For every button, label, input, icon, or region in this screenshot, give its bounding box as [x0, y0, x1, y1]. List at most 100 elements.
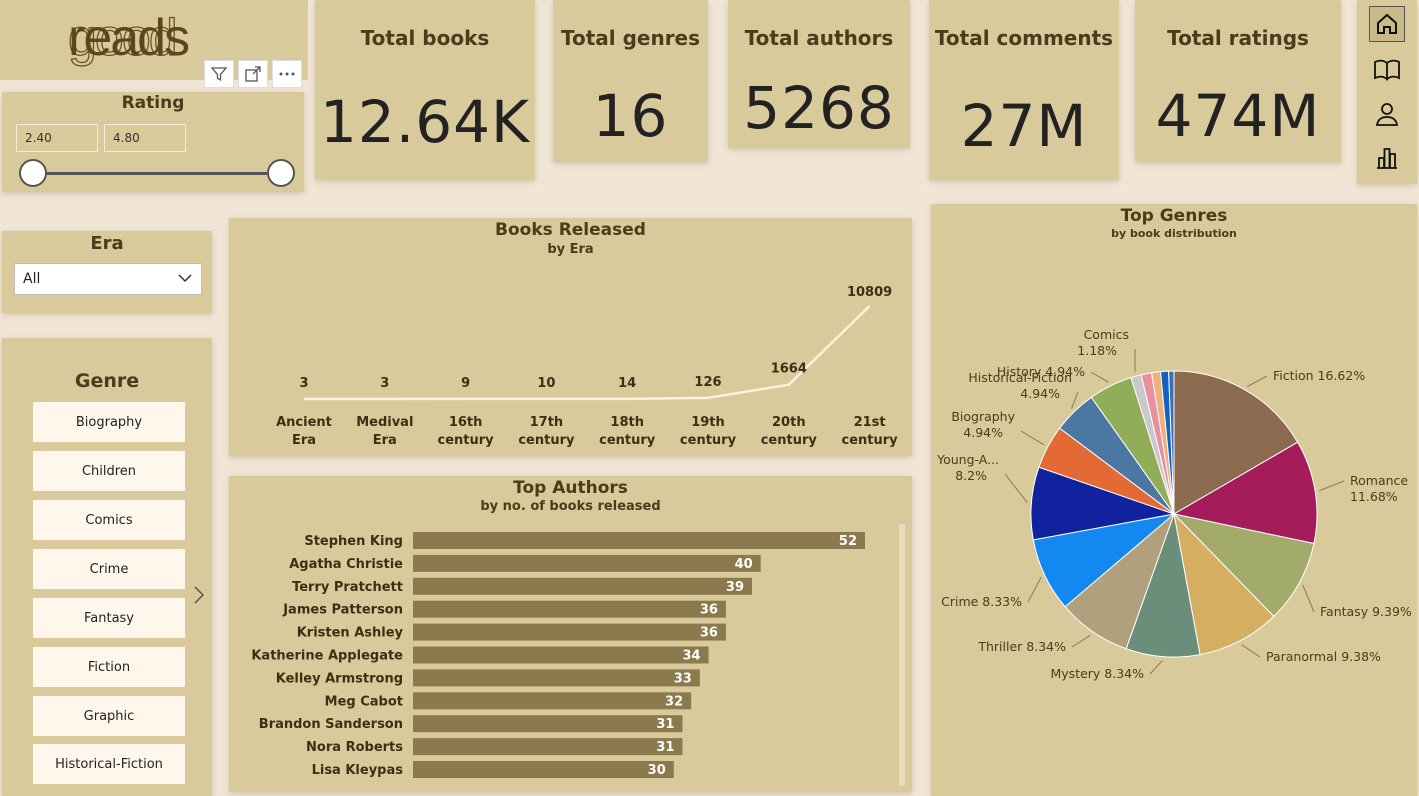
leader-line [1020, 430, 1045, 446]
bar [413, 577, 752, 595]
x-tick-label: century [518, 433, 575, 448]
data-label: 9 [461, 376, 470, 391]
genre-item-children[interactable]: Children [32, 450, 186, 492]
x-tick-label: 17th [530, 415, 564, 430]
y-tick-label: Kristen Ashley [297, 626, 404, 641]
data-label: 3 [299, 376, 308, 391]
y-tick-label: James Patterson [282, 603, 403, 618]
kpi-title: Total comments [934, 26, 1114, 50]
chevron-right-icon[interactable] [192, 584, 206, 610]
x-tick-label: 16th [449, 415, 483, 430]
bar [413, 532, 865, 549]
kpi-value: 12.64K [319, 88, 531, 156]
x-tick-label: century [761, 433, 818, 448]
pie-label: Fiction 16.62% [1273, 368, 1365, 383]
leader-line [1071, 634, 1091, 648]
bar [413, 669, 700, 687]
chevron-down-icon [177, 268, 193, 292]
data-label: 36 [700, 626, 718, 641]
pie-label: 8.2% [955, 468, 987, 483]
x-tick-label: century [599, 433, 656, 448]
pie-label: Biography [951, 409, 1015, 424]
kpi-value: 5268 [743, 74, 895, 142]
x-tick-label: century [680, 433, 737, 448]
data-label: 10809 [847, 285, 892, 300]
kpi-title: Total authors [744, 26, 894, 50]
x-tick-label: 20th [772, 415, 806, 430]
pie-label: Fantasy 9.39% [1320, 604, 1412, 619]
pie-label: Crime 8.33% [941, 594, 1022, 609]
rating-max-input[interactable]: 4.80 [104, 124, 186, 152]
x-tick-label: 21st [854, 415, 886, 430]
pie-label: Comics [1084, 327, 1129, 342]
home-icon[interactable] [1369, 6, 1405, 42]
y-tick-label: Terry Pratchett [292, 580, 403, 595]
genre-item-comics[interactable]: Comics [32, 499, 186, 541]
pie-label: Paranormal 9.38% [1266, 649, 1381, 664]
rating-slider-max-handle[interactable] [267, 159, 295, 187]
leader-line [1027, 576, 1042, 603]
rating-min-input[interactable]: 2.40 [16, 124, 98, 152]
genre-item-crime[interactable]: Crime [32, 548, 186, 590]
book-icon[interactable] [1369, 52, 1405, 88]
era-dropdown[interactable]: All [14, 263, 202, 295]
bar [413, 715, 683, 733]
data-label: 40 [735, 557, 753, 572]
bar [413, 554, 761, 572]
x-tick-label: Medival [356, 415, 413, 430]
visual-toolbar [204, 60, 302, 88]
kpi-title: Total ratings [1167, 26, 1309, 50]
data-label: 34 [682, 649, 700, 664]
leader-line [1071, 391, 1079, 409]
rating-slider-track[interactable] [34, 172, 282, 175]
pie-label: History 4.94% [997, 364, 1085, 379]
bar-chart-icon[interactable] [1369, 140, 1405, 176]
focus-mode-icon[interactable] [238, 60, 268, 88]
data-label: 10 [537, 376, 555, 391]
kpi-value: 27M [960, 92, 1088, 160]
person-icon[interactable] [1369, 96, 1405, 132]
more-options-icon[interactable] [272, 60, 302, 88]
y-tick-label: Katherine Applegate [251, 649, 403, 664]
bar [413, 623, 726, 641]
y-tick-label: Meg Cabot [325, 694, 403, 709]
books-released-chart: Books Released by Era 3 Ancient Era 3 Mediva… [229, 218, 912, 456]
kpi-title: Total books [360, 26, 490, 50]
genre-item-fantasy[interactable]: Fantasy [32, 597, 186, 639]
bar [413, 692, 692, 710]
pie-label: Romance [1350, 473, 1408, 488]
y-tick-label: Nora Roberts [306, 740, 403, 755]
kpi-total-comments: Total comments 27M [929, 0, 1119, 180]
pie-label: 4.94% [1020, 386, 1060, 401]
genre-item-graphic[interactable]: Graphic [32, 695, 186, 737]
genre-item-historical-fiction[interactable]: Historical-Fiction [32, 743, 186, 785]
kpi-value: 474M [1155, 82, 1321, 150]
bar [413, 600, 726, 618]
nav-panel [1357, 0, 1417, 184]
leader-line [1318, 480, 1345, 492]
genre-item-biography[interactable]: Biography [32, 401, 186, 443]
bar [413, 738, 683, 756]
rating-slicer: Rating 2.40 4.80 [2, 92, 304, 192]
data-label: 31 [656, 740, 674, 755]
kpi-value: 16 [592, 82, 669, 150]
bar [413, 761, 674, 778]
genre-item-fiction[interactable]: Fiction [32, 646, 186, 688]
kpi-total-books: Total books 12.64K [315, 0, 535, 180]
top-genres-chart: Top Genres by book distribution Fiction … [931, 204, 1417, 796]
data-label: 39 [726, 580, 744, 595]
pie-label: 4.94% [963, 425, 1003, 440]
leader-line [1247, 375, 1268, 388]
top-authors-chart: Top Authors by no. of books released Ste… [229, 476, 912, 792]
scrollbar[interactable] [899, 524, 905, 786]
x-tick-label: 19th [691, 415, 725, 430]
era-selected: All [23, 271, 41, 287]
x-tick-label: 18th [610, 415, 644, 430]
rating-slider-min-handle[interactable] [19, 159, 47, 187]
kpi-total-genres: Total genres 16 [553, 0, 708, 162]
kpi-total-ratings: Total ratings 474M [1135, 0, 1341, 162]
pie-label: 11.68% [1350, 489, 1398, 504]
kpi-title: Total genres [560, 26, 701, 50]
data-label: 14 [618, 376, 636, 391]
filter-icon[interactable] [204, 60, 234, 88]
